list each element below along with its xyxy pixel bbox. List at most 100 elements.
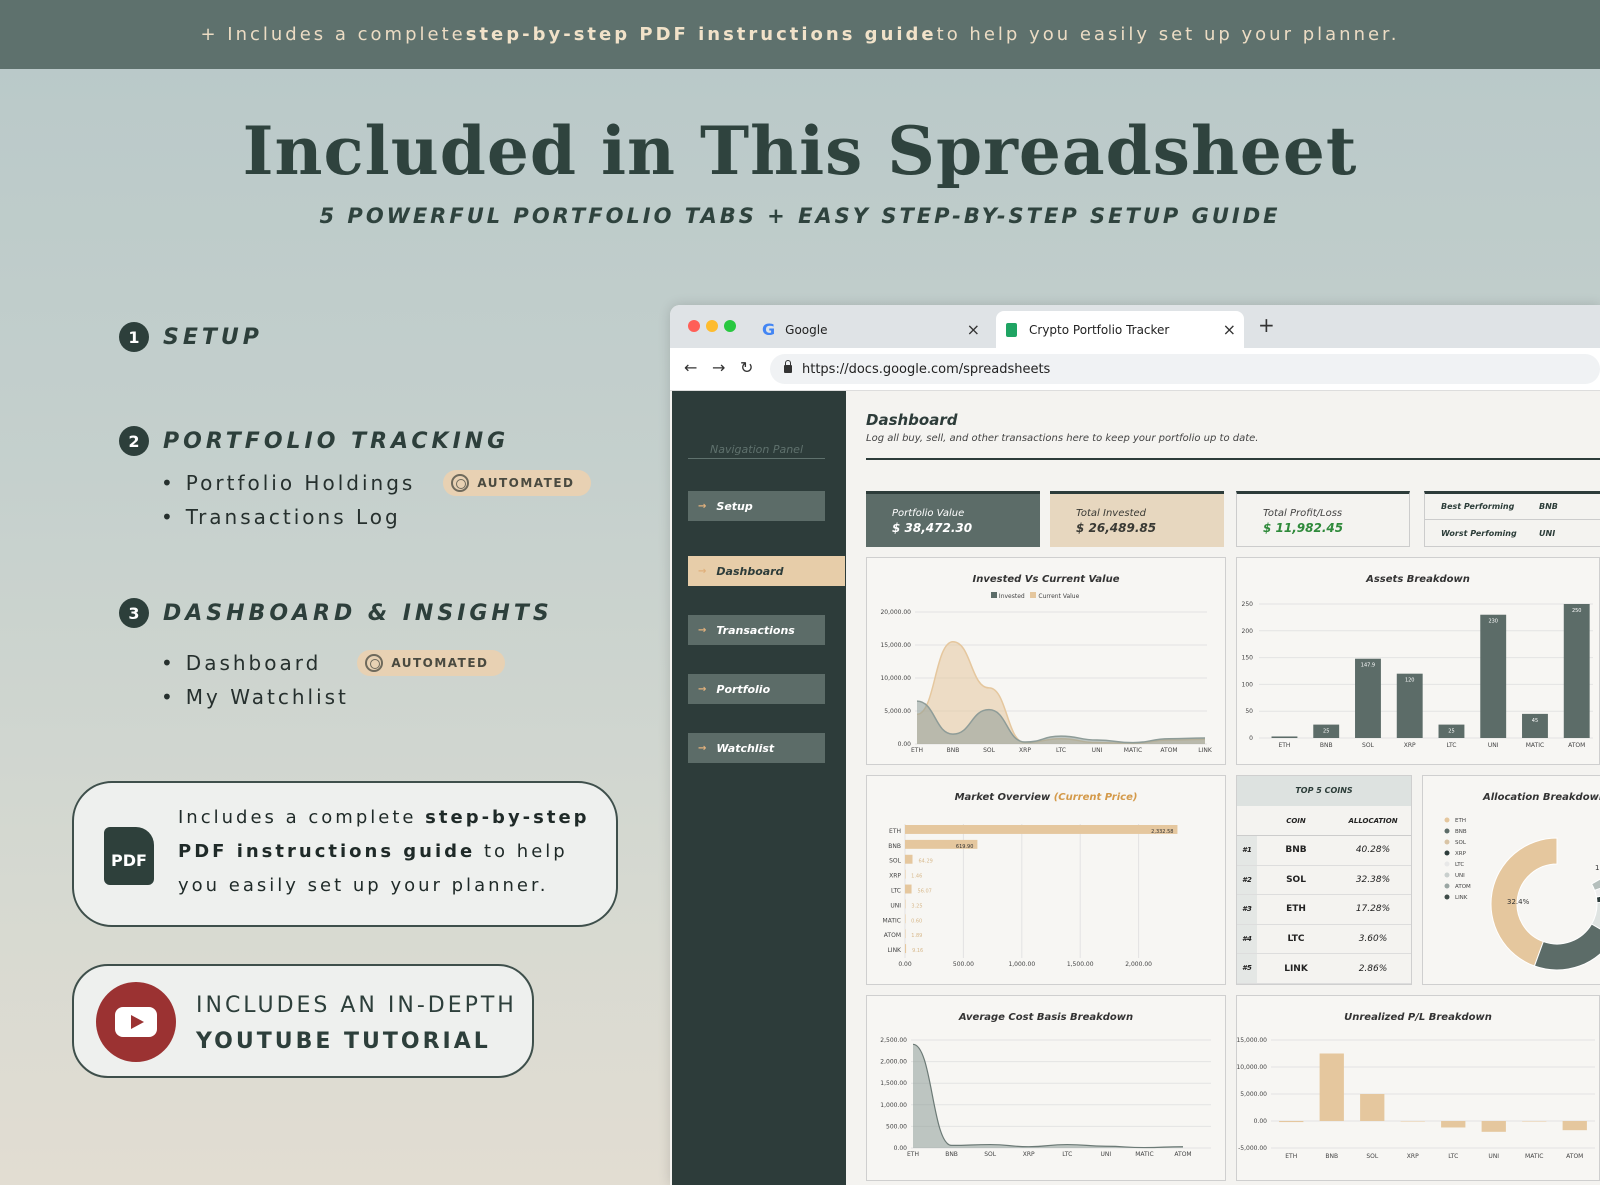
section-number: 3 bbox=[119, 598, 149, 628]
x-tick-label: LTC bbox=[1448, 1153, 1458, 1160]
coin-cell: LTC bbox=[1287, 934, 1305, 945]
y-tick-label: 200 bbox=[1242, 628, 1254, 635]
nav-transactions[interactable]: → Transactions bbox=[688, 615, 825, 645]
x-tick-label: 2,000.00 bbox=[1125, 961, 1152, 968]
bar-eth bbox=[905, 825, 1178, 834]
url-field[interactable]: https://docs.google.com/spreadsheets bbox=[770, 354, 1600, 384]
bar-value-label: 147.9 bbox=[1361, 663, 1375, 669]
legend-swatch bbox=[1444, 817, 1450, 823]
x-tick-label: BNB bbox=[1320, 742, 1333, 749]
bar-atom bbox=[1563, 604, 1590, 738]
item-label: Transactions Log bbox=[185, 505, 401, 529]
y-tick-label: 5,000.00 bbox=[884, 708, 911, 715]
google-icon: G bbox=[762, 320, 776, 339]
nav-setup[interactable]: → Setup bbox=[688, 491, 825, 521]
bar-value-label: 120 bbox=[1405, 678, 1415, 684]
y-tick-label: 0.00 bbox=[898, 741, 912, 748]
pdf-icon: PDF bbox=[104, 827, 154, 885]
allocation-cell: 3.60% bbox=[1358, 934, 1388, 945]
x-tick-label: BNB bbox=[945, 1151, 958, 1158]
banner-text-post: to help you easily set up your planner. bbox=[936, 24, 1400, 45]
sheets-icon bbox=[1006, 322, 1017, 337]
y-tick-label: SOL bbox=[889, 858, 902, 865]
tab-google[interactable]: G Google × bbox=[752, 311, 988, 348]
bar-value-label: 2,332.58 bbox=[1151, 829, 1173, 835]
allocation-cell: 40.28% bbox=[1355, 845, 1391, 856]
close-icon[interactable]: × bbox=[967, 320, 980, 339]
legend-label: ATOM bbox=[1455, 884, 1471, 890]
nav-dashboard[interactable]: → Dashboard bbox=[688, 556, 845, 586]
page-title: Included in This Spreadsheet bbox=[242, 112, 1358, 190]
bar-eth bbox=[1271, 736, 1298, 738]
bar-uni bbox=[905, 899, 906, 909]
section-dashboard-insights: 3 DASHBOARD & INSIGHTS • Dashboard AUTOMA… bbox=[119, 598, 553, 714]
legend-label: BNB bbox=[1455, 829, 1467, 835]
bar-value-label: 9.16 bbox=[912, 948, 923, 954]
tab-crypto-tracker[interactable]: Crypto Portfolio Tracker × bbox=[996, 311, 1244, 348]
slice-label: 17 bbox=[1595, 864, 1600, 872]
allocation-cell: 2.86% bbox=[1358, 963, 1388, 974]
url-text: https://docs.google.com/spreadsheets bbox=[802, 361, 1051, 377]
forward-icon[interactable]: → bbox=[712, 358, 725, 377]
section-portfolio-tracking: 2 PORTFOLIO TRACKING • Portfolio Holdings… bbox=[119, 426, 591, 534]
bar-xrp bbox=[1400, 1121, 1425, 1122]
item-label: My Watchlist bbox=[185, 685, 349, 709]
item-label: Dashboard bbox=[185, 651, 322, 675]
y-tick-label: 1,500.00 bbox=[880, 1080, 907, 1087]
top-banner: + Includes a complete step-by-step PDF i… bbox=[0, 0, 1600, 69]
youtube-tutorial-box: INCLUDES AN IN-DEPTH YOUTUBE TUTORIAL bbox=[72, 964, 534, 1078]
x-tick-label: SOL bbox=[984, 1151, 997, 1158]
y-tick-label: 150 bbox=[1242, 655, 1254, 662]
bar-matic bbox=[905, 914, 906, 924]
x-tick-label: MATIC bbox=[1526, 742, 1544, 749]
reload-icon[interactable]: ↻ bbox=[740, 358, 753, 377]
x-tick-label: SOL bbox=[1362, 742, 1375, 749]
top5-coins-table: TOP 5 COINS COIN ALLOCATION #1 BNB 40.28% #2… bbox=[1236, 775, 1412, 985]
section-title: PORTFOLIO TRACKING bbox=[163, 428, 510, 454]
new-tab-button[interactable]: + bbox=[1258, 313, 1275, 337]
bar-value-label: 45 bbox=[1532, 718, 1538, 724]
nav-portfolio[interactable]: → Portfolio bbox=[688, 674, 825, 704]
x-tick-label: LTC bbox=[1062, 1151, 1072, 1158]
x-tick-label: ETH bbox=[1285, 1153, 1297, 1160]
x-tick-label: XRP bbox=[1019, 747, 1031, 754]
minimize-window-button[interactable] bbox=[706, 320, 718, 332]
nav-watchlist[interactable]: → Watchlist bbox=[688, 733, 825, 763]
x-tick-label: BNB bbox=[1325, 1153, 1338, 1160]
back-icon[interactable]: ← bbox=[684, 358, 697, 377]
table-title: TOP 5 COINS bbox=[1237, 776, 1411, 806]
bar-ltc bbox=[1441, 1121, 1466, 1128]
maximize-window-button[interactable] bbox=[724, 320, 736, 332]
bar-sol bbox=[1360, 1094, 1385, 1121]
y-tick-label: ATOM bbox=[884, 932, 901, 939]
bar-uni bbox=[1480, 614, 1507, 738]
x-tick-label: ETH bbox=[907, 1151, 919, 1158]
bar-atom bbox=[905, 929, 906, 939]
bar-sol bbox=[905, 854, 913, 864]
bar-uni bbox=[1481, 1121, 1506, 1132]
coin-cell: SOL bbox=[1286, 874, 1306, 885]
y-tick-label: 10,000.00 bbox=[880, 675, 911, 682]
x-tick-label: 500.00 bbox=[953, 961, 974, 968]
dashboard-subtitle: Log all buy, sell, and other transaction… bbox=[866, 433, 1259, 444]
table-row: #4 LTC 3.60% bbox=[1237, 924, 1411, 955]
close-window-button[interactable] bbox=[688, 320, 700, 332]
bar-value-label: 1.89 bbox=[911, 933, 922, 939]
legend-swatch bbox=[1444, 894, 1450, 900]
rank-cell: #5 bbox=[1237, 954, 1257, 983]
chart-invested-vs-current: Invested Vs Current Value Invested Curre… bbox=[866, 557, 1226, 765]
address-bar: ← → ↻ https://docs.google.com/spreadshee… bbox=[670, 348, 1600, 391]
y-tick-label: MATIC bbox=[883, 917, 901, 924]
x-tick-label: MATIC bbox=[1525, 1153, 1543, 1160]
nav-heading: Navigation Panel bbox=[688, 443, 825, 459]
divider bbox=[866, 458, 1600, 460]
y-tick-label: LINK bbox=[887, 947, 902, 954]
bar-matic bbox=[1522, 1121, 1547, 1122]
close-icon[interactable]: × bbox=[1223, 320, 1236, 339]
bar-eth bbox=[1279, 1121, 1304, 1123]
rank-cell: #3 bbox=[1237, 895, 1257, 924]
y-tick-label: 500.00 bbox=[886, 1123, 907, 1130]
legend-swatch bbox=[1444, 872, 1450, 878]
x-tick-label: ETH bbox=[1278, 742, 1290, 749]
performance-table: Best Performing BNB Worst Perfoming UNI bbox=[1424, 491, 1600, 547]
